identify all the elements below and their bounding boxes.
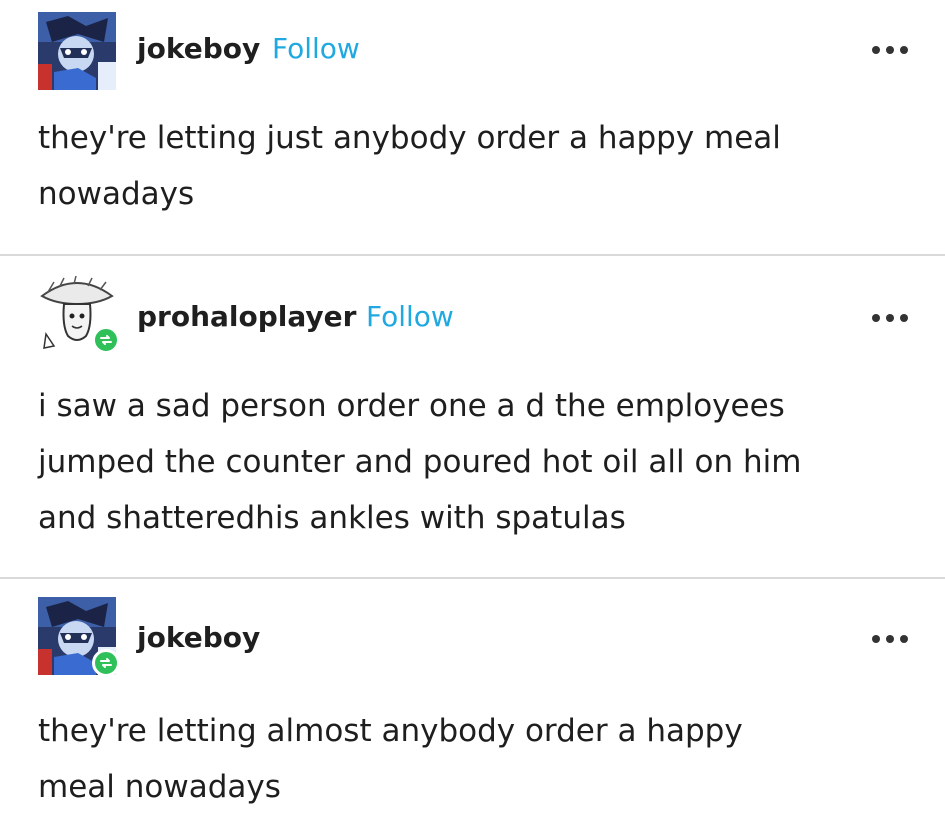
- divider: [0, 577, 945, 579]
- post-text: i saw a sad person order one a d the emp…: [38, 388, 802, 536]
- ellipsis-icon: [900, 635, 908, 643]
- jokeboy-avatar[interactable]: [38, 597, 120, 677]
- reblog-badge: [92, 326, 120, 354]
- reblog-icon: [100, 335, 112, 345]
- post-1: jokeboy Follow they're letting just anyb…: [0, 0, 945, 255]
- ellipsis-icon: [886, 46, 894, 54]
- jokeboy-avatar[interactable]: [38, 12, 116, 90]
- more-options-button[interactable]: [866, 40, 914, 60]
- follow-button[interactable]: Follow: [272, 32, 360, 65]
- post-username[interactable]: prohaloplayer: [137, 300, 356, 333]
- reblog-badge: [92, 649, 120, 677]
- anime-character-avatar-icon: [38, 12, 116, 90]
- ellipsis-icon: [872, 635, 880, 643]
- ellipsis-icon: [900, 46, 908, 54]
- ellipsis-icon: [886, 635, 894, 643]
- post-text: they're letting just anybody order a hap…: [38, 120, 781, 212]
- follow-button[interactable]: Follow: [366, 300, 454, 333]
- reblog-icon: [100, 658, 112, 668]
- post-3: jokeboy they're letting almost anybody o…: [0, 585, 945, 813]
- ellipsis-icon: [872, 314, 880, 322]
- prohaloplayer-avatar[interactable]: [38, 274, 120, 354]
- more-options-button[interactable]: [866, 308, 914, 328]
- post-username[interactable]: jokeboy: [137, 32, 260, 65]
- divider: [0, 254, 945, 256]
- post-text: they're letting almost anybody order a h…: [38, 713, 743, 805]
- ellipsis-icon: [886, 314, 894, 322]
- post-2: prohaloplayer Follow i saw a sad person …: [0, 262, 945, 577]
- post-username[interactable]: jokeboy: [137, 621, 260, 654]
- ellipsis-icon: [872, 46, 880, 54]
- more-options-button[interactable]: [866, 629, 914, 649]
- ellipsis-icon: [900, 314, 908, 322]
